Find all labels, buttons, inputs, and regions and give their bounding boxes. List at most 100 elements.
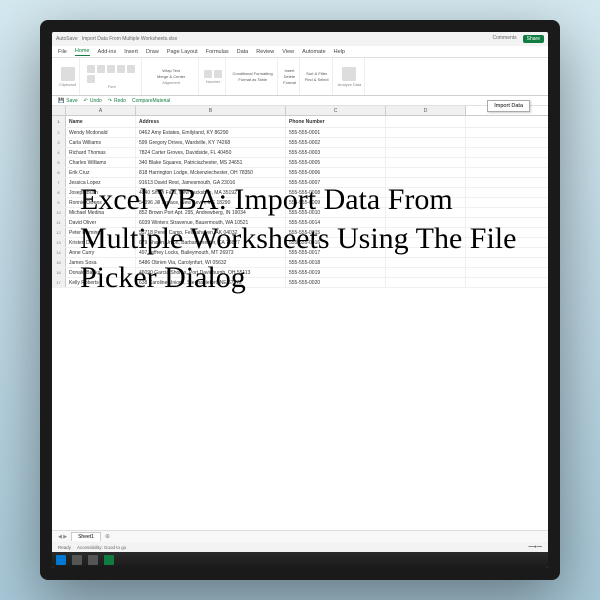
tab-automate[interactable]: Automate <box>302 49 326 55</box>
titlebar: AutoSave Import Data From Multiple Works… <box>52 32 548 46</box>
cell-empty[interactable] <box>386 168 466 177</box>
ribbon-tabs: File Home Add-ins Insert Draw Page Layou… <box>52 46 548 58</box>
cell-name[interactable]: Erik Cruz <box>66 168 136 177</box>
header-phone[interactable]: Phone Number <box>286 116 386 127</box>
row-number[interactable]: 5 <box>52 158 66 167</box>
sheet-nav[interactable]: ◀ ▶ <box>58 534 67 540</box>
col-header-d[interactable]: D <box>386 106 466 115</box>
row-number[interactable]: 7 <box>52 178 66 187</box>
cell-empty[interactable] <box>386 148 466 157</box>
table-row: 6Erik Cruz818 Harrington Lodge, Mckenzie… <box>52 168 548 178</box>
analyze-icon[interactable] <box>342 67 356 81</box>
row-number[interactable]: 17 <box>52 278 66 287</box>
cell-empty[interactable] <box>386 138 466 147</box>
cell-phone[interactable]: 555-555-0006 <box>286 168 386 177</box>
cell-phone[interactable]: 555-555-0003 <box>286 148 386 157</box>
row-number[interactable]: 8 <box>52 188 66 197</box>
tab-file[interactable]: File <box>58 49 67 55</box>
underline-icon[interactable] <box>107 65 115 73</box>
header-address[interactable]: Address <box>136 116 286 127</box>
row-number[interactable]: 16 <box>52 268 66 277</box>
tab-review[interactable]: Review <box>256 49 274 55</box>
column-headers: A B C D <box>52 106 548 116</box>
fontcolor-icon[interactable] <box>87 75 95 83</box>
row-number[interactable]: 13 <box>52 238 66 247</box>
border-icon[interactable] <box>117 65 125 73</box>
ribbon-group-styles: Conditional Formatting Format as Table <box>228 58 278 95</box>
overlay-title: Excel VBA: Import Data From Multiple Wor… <box>80 180 520 297</box>
tab-view[interactable]: View <box>282 49 294 55</box>
comments-button[interactable]: Comments <box>492 35 516 43</box>
search-icon[interactable] <box>72 555 82 565</box>
col-header-a[interactable]: A <box>66 106 136 115</box>
select-all-corner[interactable] <box>52 106 66 115</box>
tab-insert[interactable]: Insert <box>124 49 138 55</box>
cell-address[interactable]: 7824 Carter Groves, Davidside, FL 40450 <box>136 148 286 157</box>
import-data-button[interactable]: Import Data <box>487 100 530 112</box>
row-number[interactable]: 4 <box>52 148 66 157</box>
qb-undo[interactable]: ↶ Undo <box>84 98 102 104</box>
zoom-slider[interactable]: ━━●━━ <box>528 544 542 550</box>
row-number[interactable]: 6 <box>52 168 66 177</box>
row-number[interactable]: 15 <box>52 258 66 267</box>
col-header-c[interactable]: C <box>286 106 386 115</box>
add-sheet-icon[interactable]: ⊕ <box>105 533 110 540</box>
paste-icon[interactable] <box>61 67 75 81</box>
explorer-icon[interactable] <box>88 555 98 565</box>
tab-home[interactable]: Home <box>75 48 90 56</box>
cell-address[interactable]: 818 Harrington Lodge, Mckenziechester, O… <box>136 168 286 177</box>
tab-help[interactable]: Help <box>334 49 345 55</box>
sheet-tabs: ◀ ▶ Sheet1 ⊕ <box>52 530 548 542</box>
tab-formulas[interactable]: Formulas <box>206 49 229 55</box>
cell-phone[interactable]: 555-555-0002 <box>286 138 386 147</box>
percent-icon[interactable] <box>214 70 222 78</box>
italic-icon[interactable] <box>97 65 105 73</box>
tab-addins[interactable]: Add-ins <box>98 49 117 55</box>
header-row: 1 Name Address Phone Number <box>52 116 548 128</box>
ribbon-group-alignment: Wrap Text Merge & Center Alignment <box>144 58 199 95</box>
cell-address[interactable]: 599 Gregory Drives, Wardville, KY 74268 <box>136 138 286 147</box>
row-number[interactable]: 2 <box>52 128 66 137</box>
ribbon-group-cells: Insert Delete Format <box>280 58 300 95</box>
grid-body[interactable]: 1 Name Address Phone Number 2Wendy Mcdon… <box>52 116 548 530</box>
start-button[interactable] <box>56 555 66 565</box>
sheet-tab-1[interactable]: Sheet1 <box>71 532 101 541</box>
currency-icon[interactable] <box>204 70 212 78</box>
quickbar: 💾 Save ↶ Undo ↷ Redo CompareMaterial <box>52 96 548 106</box>
cell-address[interactable]: 340 Blake Squares, Patriciachester, MS 2… <box>136 158 286 167</box>
tab-data[interactable]: Data <box>237 49 249 55</box>
cell-name[interactable]: Charles Williams <box>66 158 136 167</box>
bold-icon[interactable] <box>87 65 95 73</box>
ribbon-group-clipboard: Clipboard <box>56 58 80 95</box>
share-button[interactable]: Share <box>523 35 544 43</box>
cell-empty[interactable] <box>386 128 466 137</box>
row-number[interactable]: 3 <box>52 138 66 147</box>
cell-phone[interactable]: 555-555-0001 <box>286 128 386 137</box>
row-number[interactable]: 12 <box>52 228 66 237</box>
qb-compare[interactable]: CompareMaterial <box>132 98 170 104</box>
row-number[interactable]: 9 <box>52 198 66 207</box>
table-row: 5Charles Williams340 Blake Squares, Patr… <box>52 158 548 168</box>
header-empty[interactable] <box>386 116 466 127</box>
autosave-label[interactable]: AutoSave <box>56 36 78 42</box>
qb-save[interactable]: 💾 Save <box>58 98 78 104</box>
cell-empty[interactable] <box>386 158 466 167</box>
tab-draw[interactable]: Draw <box>146 49 159 55</box>
col-header-b[interactable]: B <box>136 106 286 115</box>
row-number[interactable]: 14 <box>52 248 66 257</box>
fill-icon[interactable] <box>127 65 135 73</box>
cell-name[interactable]: Carla Williams <box>66 138 136 147</box>
excel-icon[interactable] <box>104 555 114 565</box>
row-number[interactable]: 1 <box>52 116 66 127</box>
header-name[interactable]: Name <box>66 116 136 127</box>
cell-name[interactable]: Wendy Mcdonald <box>66 128 136 137</box>
ribbon-group-editing: Sort & Filter Find & Select <box>302 58 333 95</box>
row-number[interactable]: 11 <box>52 218 66 227</box>
tab-pagelayout[interactable]: Page Layout <box>167 49 198 55</box>
table-row: 4Richard Thomas7824 Carter Groves, David… <box>52 148 548 158</box>
cell-phone[interactable]: 555-555-0005 <box>286 158 386 167</box>
row-number[interactable]: 10 <box>52 208 66 217</box>
qb-redo[interactable]: ↷ Redo <box>108 98 126 104</box>
cell-name[interactable]: Richard Thomas <box>66 148 136 157</box>
cell-address[interactable]: 0462 Amy Estates, Emilyland, KY 86290 <box>136 128 286 137</box>
